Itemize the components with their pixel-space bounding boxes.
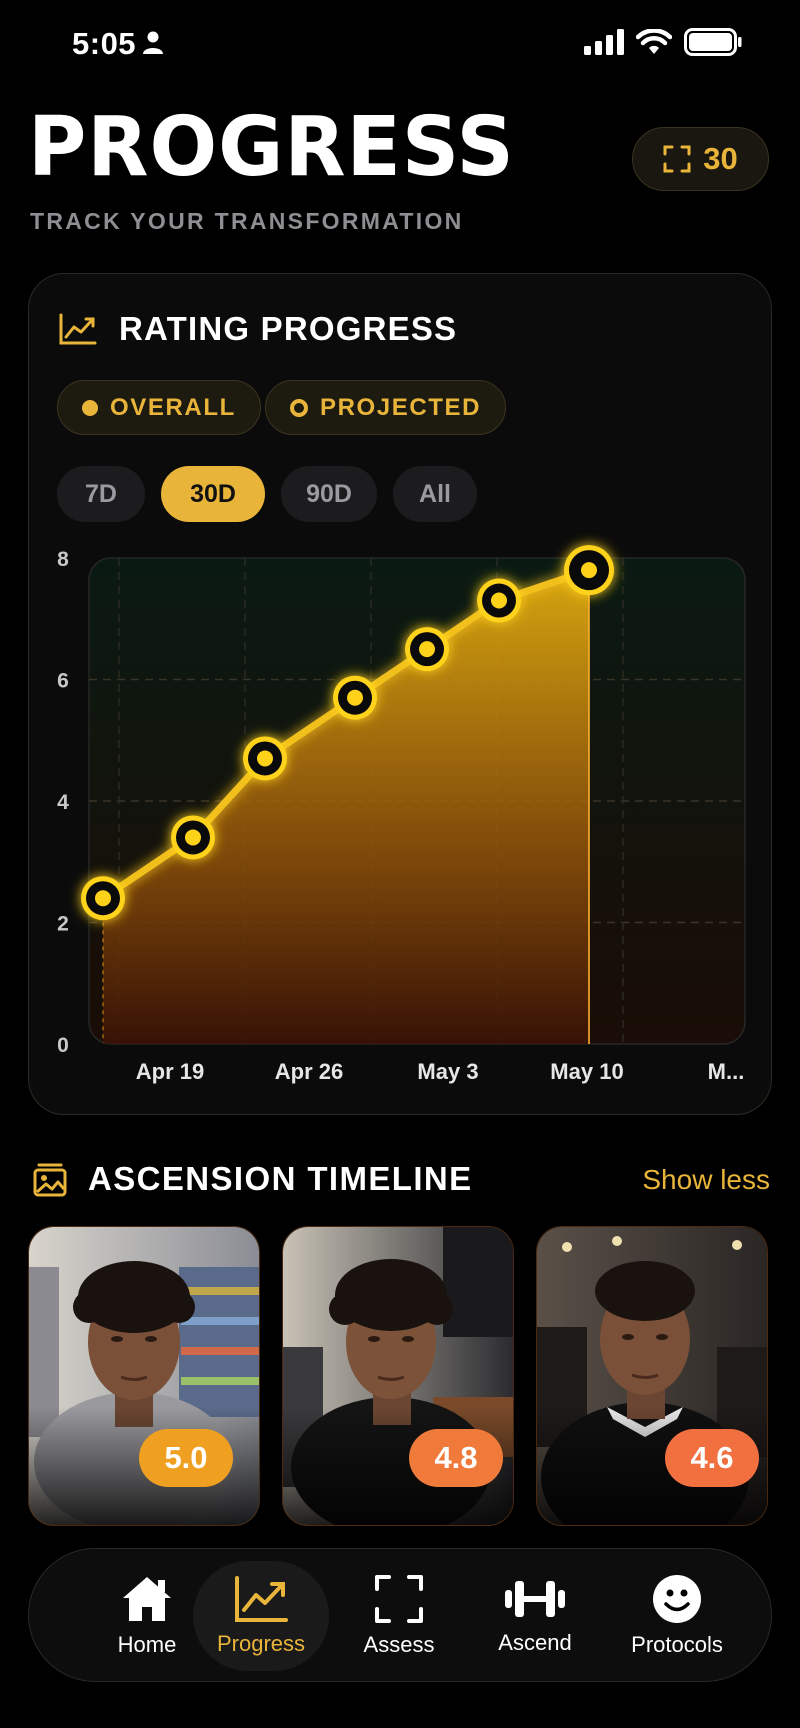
timeline-header: ASCENSION TIMELINE — [32, 1160, 473, 1198]
y-tick-label: 6 — [57, 670, 69, 693]
timeline-photo-3[interactable]: 4.6 — [536, 1226, 768, 1526]
wifi-icon — [636, 29, 672, 54]
photo-gallery-icon — [33, 1163, 67, 1197]
home-icon — [123, 1577, 171, 1621]
data-point[interactable] — [564, 545, 614, 596]
scan-count: 30 — [703, 141, 738, 176]
status-time: 5:05 — [72, 26, 137, 61]
nav-progress-label: Progress — [216, 1631, 306, 1656]
show-less-link[interactable]: Show less — [642, 1164, 770, 1196]
score-badge: 5.0 — [139, 1429, 233, 1487]
bottom-nav: Home Progress Assess Ascend Protocols — [28, 1548, 772, 1682]
timeline-photo-1[interactable]: 5.0 — [28, 1226, 260, 1526]
x-tick-label: M... — [708, 1059, 745, 1084]
timeline-photo-2[interactable]: 4.8 — [282, 1226, 514, 1526]
status-bar: 5:05 — [0, 0, 800, 90]
x-tick-label: May 3 — [417, 1059, 478, 1084]
x-tick-label: Apr 19 — [136, 1059, 204, 1084]
nav-protocols[interactable]: Protocols — [607, 1549, 747, 1683]
signal-icon — [584, 29, 624, 55]
page-subtitle: TRACK YOUR TRANSFORMATION — [30, 208, 464, 234]
nav-ascend[interactable]: Ascend — [465, 1549, 605, 1683]
nav-home-label: Home — [117, 1632, 177, 1657]
scan-icon — [663, 145, 691, 173]
nav-progress[interactable]: Progress — [191, 1549, 331, 1683]
score-badge: 4.8 — [409, 1429, 503, 1487]
scan-icon — [375, 1575, 423, 1623]
rating-progress-card: RATING PROGRESS OVERALL PROJECTED 7D 30D… — [28, 273, 772, 1115]
nav-assess[interactable]: Assess — [329, 1549, 469, 1683]
dumbbell-icon — [505, 1581, 565, 1617]
data-point[interactable] — [243, 736, 287, 781]
nav-ascend-label: Ascend — [498, 1630, 572, 1655]
x-tick-label: Apr 26 — [275, 1059, 343, 1084]
chart-icon — [235, 1576, 288, 1622]
nav-protocols-label: Protocols — [631, 1632, 723, 1657]
nav-assess-label: Assess — [363, 1632, 435, 1657]
battery-icon — [684, 28, 742, 56]
y-tick-label: 8 — [57, 548, 69, 571]
data-point[interactable] — [171, 815, 215, 860]
y-tick-label: 4 — [57, 791, 69, 814]
data-point[interactable] — [333, 675, 377, 720]
data-point[interactable] — [81, 876, 125, 921]
data-point[interactable] — [405, 627, 449, 672]
x-tick-label: May 10 — [550, 1059, 623, 1084]
page-title: PROGRESS — [28, 100, 515, 195]
portrait-image — [29, 1227, 259, 1525]
data-point[interactable] — [477, 578, 521, 623]
timeline-title: ASCENSION TIMELINE — [88, 1160, 473, 1197]
y-tick-label: 2 — [57, 913, 69, 936]
y-tick-label: 0 — [57, 1034, 69, 1057]
smiley-icon — [653, 1575, 701, 1623]
score-badge: 4.6 — [665, 1429, 759, 1487]
scan-count-badge[interactable]: 30 — [632, 127, 769, 191]
rating-chart: 0 2 4 6 8 Apr 19 Apr 26 May 3 May 10 M... — [57, 545, 746, 1084]
person-icon — [143, 31, 163, 54]
